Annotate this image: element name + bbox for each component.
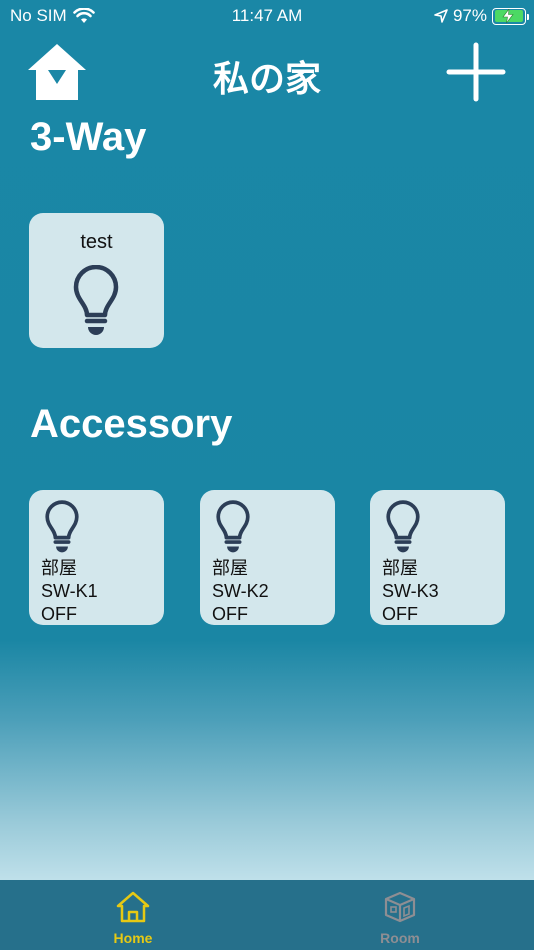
accessory-state: OFF <box>382 604 418 624</box>
nav-bar: 私の家 <box>0 40 534 104</box>
accessory-tile-sw-k3[interactable]: 部屋 SW-K3 OFF <box>370 490 505 625</box>
lightbulb-icon <box>45 500 79 553</box>
tab-bar: Home Room <box>0 880 534 950</box>
tab-home[interactable]: Home <box>73 890 193 946</box>
section-title-3way: 3-Way <box>30 115 147 159</box>
accessory-state: OFF <box>41 604 77 624</box>
accessory-state: OFF <box>212 604 248 624</box>
accessory-name: SW-K2 <box>212 581 269 601</box>
accessory-info: 部屋 SW-K1 OFF <box>41 557 98 626</box>
three-way-tile[interactable]: test <box>29 213 164 348</box>
tile-name: test <box>80 231 113 253</box>
accessory-room: 部屋 <box>382 558 418 578</box>
tab-label-room: Room <box>380 930 420 946</box>
status-bar: No SIM 11:47 AM 97% <box>0 0 534 32</box>
accessory-room: 部屋 <box>41 558 77 578</box>
battery-icon <box>492 7 529 25</box>
battery-percent: 97% <box>452 6 487 25</box>
charging-bolt-icon <box>502 8 514 23</box>
status-right: 97% <box>434 6 529 26</box>
accessory-name: SW-K3 <box>382 581 439 601</box>
lightbulb-icon <box>216 500 250 553</box>
home-icon <box>116 891 150 923</box>
location-arrow-icon <box>434 9 448 23</box>
tab-label-home: Home <box>113 930 153 946</box>
add-button[interactable] <box>446 42 506 102</box>
accessory-name: SW-K1 <box>41 581 98 601</box>
lightbulb-icon <box>73 265 119 335</box>
section-title-accessory: Accessory <box>30 402 233 446</box>
lightbulb-icon <box>386 500 420 553</box>
accessory-tile-sw-k2[interactable]: 部屋 SW-K2 OFF <box>200 490 335 625</box>
tab-room[interactable]: Room <box>340 890 460 946</box>
accessory-tile-sw-k1[interactable]: 部屋 SW-K1 OFF <box>29 490 164 625</box>
accessory-info: 部屋 SW-K2 OFF <box>212 557 269 626</box>
plus-icon <box>446 42 506 102</box>
accessory-room: 部屋 <box>212 558 248 578</box>
room-cube-icon <box>384 891 416 923</box>
accessory-info: 部屋 SW-K3 OFF <box>382 557 439 626</box>
